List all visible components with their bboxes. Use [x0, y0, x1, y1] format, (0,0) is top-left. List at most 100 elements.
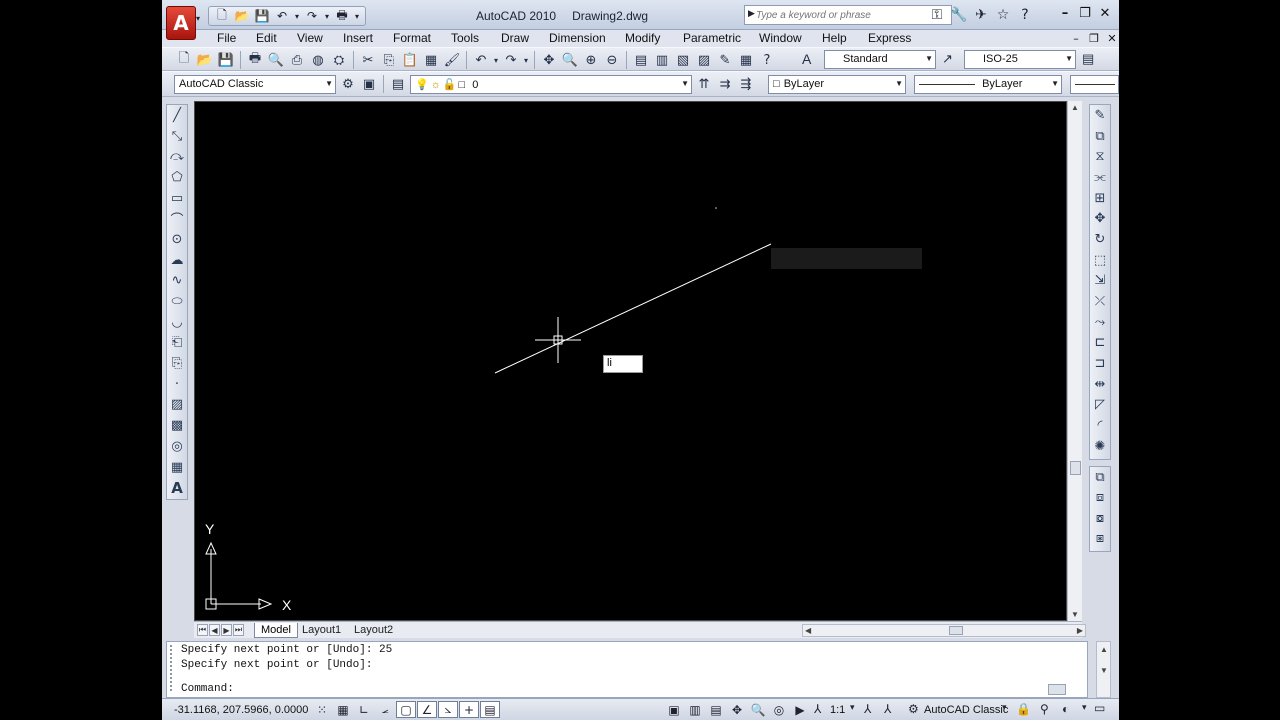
offset-icon[interactable]: ⫘: [1090, 167, 1110, 188]
color-combo[interactable]: □ ByLayer ▼: [768, 75, 906, 94]
sheet-set-icon[interactable]: ▨: [694, 51, 714, 69]
bring-above-icon[interactable]: ⧇: [1090, 508, 1110, 529]
annotation-visibility-icon[interactable]: ⅄: [864, 702, 871, 716]
menu-edit[interactable]: Edit: [256, 31, 277, 45]
rotate-icon[interactable]: ↻: [1090, 229, 1110, 250]
ellipse-arc-icon[interactable]: ◡: [167, 312, 187, 333]
polyline-icon[interactable]: ⤼: [167, 146, 187, 167]
menu-format[interactable]: Format: [393, 31, 431, 45]
model-space-icon[interactable]: ▣: [664, 701, 684, 718]
mirror-icon[interactable]: ⧖: [1090, 146, 1110, 167]
minimize-icon[interactable]: –: [1058, 6, 1072, 21]
point-icon[interactable]: ·: [167, 374, 187, 395]
dynamic-input-box[interactable]: li: [603, 355, 643, 373]
spline-icon[interactable]: ∿: [167, 271, 187, 292]
open-icon[interactable]: 📂: [195, 51, 215, 69]
text-style-combo[interactable]: Standard ▼: [824, 50, 936, 69]
table-icon[interactable]: ▦: [167, 457, 187, 478]
vertical-scrollbar[interactable]: ▲ ▼: [1067, 101, 1082, 621]
zoom-icon[interactable]: 🔍: [748, 701, 768, 718]
dim-style-combo[interactable]: ISO-25 ▼: [964, 50, 1076, 69]
paste-icon[interactable]: 📋: [400, 51, 420, 69]
construction-line-icon[interactable]: ⤡: [167, 126, 187, 147]
scroll-down-icon[interactable]: ▼: [1100, 666, 1108, 675]
doc-restore-icon[interactable]: ❐: [1088, 31, 1100, 45]
break-at-point-icon[interactable]: ⊏: [1090, 333, 1110, 354]
menu-dimension[interactable]: Dimension: [549, 31, 606, 45]
markup-icon[interactable]: ✎: [715, 51, 735, 69]
quickcalc-icon[interactable]: ▦: [736, 51, 756, 69]
send-under-icon[interactable]: ⧆: [1090, 529, 1110, 550]
undo-icon[interactable]: ↶: [273, 8, 291, 24]
doc-close-icon[interactable]: ✕: [1106, 31, 1118, 45]
clean-screen-icon[interactable]: ▭: [1094, 701, 1105, 715]
line-icon[interactable]: ╱: [167, 105, 187, 126]
redo-dropdown-icon[interactable]: ▾: [323, 8, 331, 24]
dynamic-ucs-icon[interactable]: ⦣: [438, 701, 458, 718]
lineweight-combo[interactable]: [1070, 75, 1119, 94]
plot-icon[interactable]: 🖶: [245, 51, 265, 69]
qnew-icon[interactable]: 🗋: [174, 51, 194, 69]
tab-layout1[interactable]: Layout1: [296, 623, 347, 638]
scroll-up-icon[interactable]: ▲: [1100, 645, 1108, 654]
menu-parametric[interactable]: Parametric: [683, 31, 741, 45]
snap-mode-icon[interactable]: ⁙: [312, 701, 332, 718]
menu-modify[interactable]: Modify: [625, 31, 660, 45]
workspace-settings-icon[interactable]: ⚙: [338, 75, 358, 93]
doc-minimize-icon[interactable]: –: [1070, 31, 1082, 45]
command-scrollbar[interactable]: ▲ ▼: [1096, 641, 1111, 698]
object-snap-tracking-icon[interactable]: ∠: [417, 701, 437, 718]
block-editor-icon[interactable]: ▦: [421, 51, 441, 69]
explode-icon[interactable]: ✺: [1090, 436, 1110, 457]
zoom-realtime-icon[interactable]: 🔍: [560, 51, 580, 69]
pan-icon[interactable]: ✥: [727, 701, 747, 718]
menu-tools[interactable]: Tools: [451, 31, 479, 45]
properties-icon[interactable]: ▤: [631, 51, 651, 69]
isolate-objects-icon[interactable]: ◐: [1062, 702, 1069, 716]
undo-dropdown-icon[interactable]: ▾: [293, 8, 301, 24]
coordinate-readout[interactable]: -31.1168, 207.5966, 0.0000: [174, 704, 308, 716]
polar-tracking-icon[interactable]: ⦟: [375, 701, 395, 718]
undo-dropdown-icon[interactable]: ▾: [492, 51, 500, 69]
layer-properties-icon[interactable]: ▤: [388, 75, 408, 93]
insert-block-icon[interactable]: ⎗: [167, 333, 187, 354]
redo-dropdown-icon[interactable]: ▾: [522, 51, 530, 69]
hardware-acceleration-icon[interactable]: ⚲: [1040, 702, 1049, 716]
workspace-status[interactable]: AutoCAD Classic: [924, 704, 1008, 716]
menu-express[interactable]: Express: [868, 31, 911, 45]
publish-3d-icon[interactable]: ⛭: [329, 51, 349, 69]
match-properties-icon[interactable]: 🖌: [442, 51, 462, 69]
quick-view-layouts-icon[interactable]: ▥: [685, 701, 705, 718]
showmotion-icon[interactable]: ▶: [790, 701, 810, 718]
binoculars-icon[interactable]: ⚿: [928, 6, 946, 24]
circle-icon[interactable]: ⊙: [167, 229, 187, 250]
subscription-icon[interactable]: 🔧: [950, 6, 968, 24]
layer-states-icon[interactable]: ⇶: [736, 75, 756, 93]
undo-icon[interactable]: ↶: [471, 51, 491, 69]
send-to-back-icon[interactable]: ⧈: [1090, 488, 1110, 509]
help-icon[interactable]: ?: [1016, 6, 1034, 24]
make-object-layer-current-icon[interactable]: ⇈: [694, 75, 714, 93]
table-style-icon[interactable]: ▤: [1082, 51, 1100, 69]
tool-palettes-icon[interactable]: ▧: [673, 51, 693, 69]
scroll-down-icon[interactable]: ▼: [1071, 610, 1079, 619]
zoom-previous-icon[interactable]: ⊖: [602, 51, 622, 69]
layer-combo[interactable]: 💡 ☼ 🔓 □ 0 ▼: [410, 75, 692, 94]
scale-icon[interactable]: ⬚: [1090, 250, 1110, 271]
drawing-canvas[interactable]: Y X li: [194, 101, 1067, 621]
open-file-icon[interactable]: 📂: [233, 8, 251, 24]
menu-draw[interactable]: Draw: [501, 31, 529, 45]
gradient-icon[interactable]: ▩: [167, 415, 187, 436]
scroll-left-icon[interactable]: ◀: [805, 626, 811, 635]
object-snap-icon[interactable]: ▢: [396, 701, 416, 718]
copy-object-icon[interactable]: ⧉: [1090, 126, 1110, 147]
arc-icon[interactable]: ⌒: [167, 208, 187, 229]
stretch-icon[interactable]: ⇲: [1090, 271, 1110, 292]
menu-insert[interactable]: Insert: [343, 31, 373, 45]
annotation-scale-icon[interactable]: ⅄: [814, 702, 821, 716]
prev-tab-icon[interactable]: ◀: [209, 624, 220, 636]
linetype-combo[interactable]: ByLayer ▼: [914, 75, 1062, 94]
app-menu-dropdown-icon[interactable]: ▾: [196, 14, 200, 23]
tab-layout2[interactable]: Layout2: [348, 623, 399, 638]
application-menu-button[interactable]: A: [166, 6, 196, 40]
